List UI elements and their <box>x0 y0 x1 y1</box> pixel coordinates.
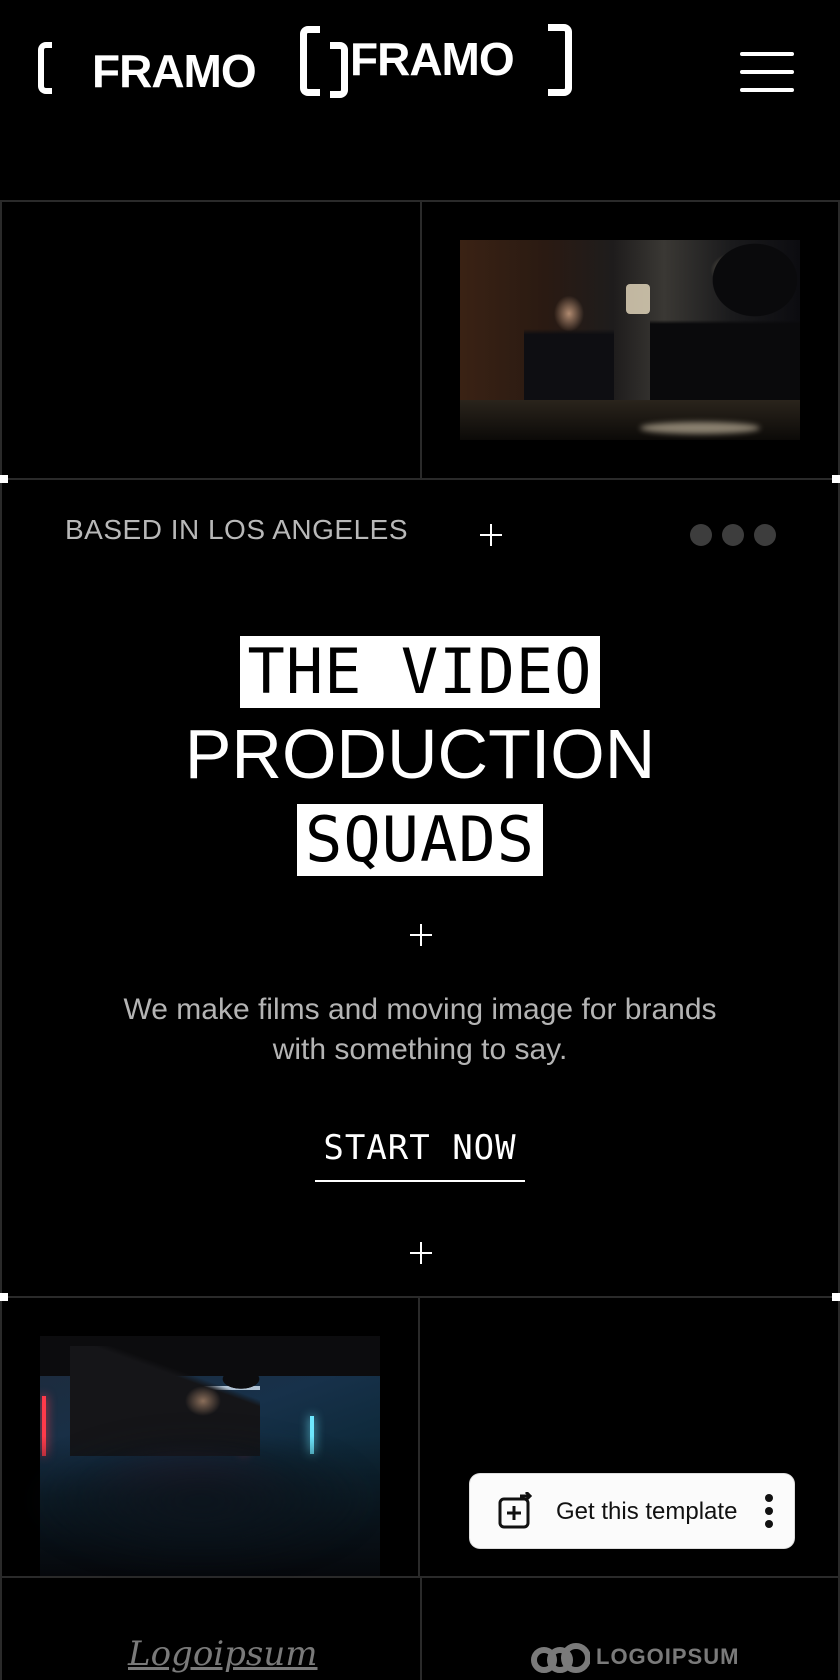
video-blur-overlay <box>0 1400 420 1580</box>
corner-marker <box>832 475 840 483</box>
plus-icon <box>480 524 502 546</box>
scene-table <box>460 400 800 440</box>
vertical-dots-icon[interactable] <box>764 1494 774 1528</box>
dot-icon <box>754 524 776 546</box>
grid-line <box>0 1296 840 1298</box>
add-template-icon <box>498 1492 532 1529</box>
headline-highlight: THE VIDEO <box>239 636 601 708</box>
bracket-left-icon <box>300 26 320 96</box>
grid-line <box>0 478 840 480</box>
kebab-dot <box>765 1507 773 1515</box>
client-logo-wordmark: LOGOIPSUM <box>596 1644 740 1669</box>
corner-marker <box>832 1293 840 1301</box>
site-header: FRAMO FRAMO <box>0 0 840 150</box>
logo-text-secondary: FRAMO <box>350 33 515 85</box>
scene-glare <box>640 422 760 434</box>
dots-indicator <box>690 524 778 546</box>
headline-line-1: THE VIDEO <box>0 636 840 708</box>
grid-line <box>420 1576 422 1680</box>
bracket-right-icon <box>330 42 348 98</box>
kebab-dot <box>765 1494 773 1502</box>
plus-icon <box>410 1242 432 1264</box>
dot-icon <box>722 524 744 546</box>
headline-text: PRODUCTION <box>184 715 656 793</box>
brand-logo-secondary[interactable]: FRAMO <box>264 22 624 102</box>
grid-line <box>420 200 422 478</box>
scene-lamp <box>626 284 650 314</box>
location-label: BASED IN LOS ANGELES <box>65 514 409 545</box>
headline-line-2: PRODUCTION <box>0 714 840 794</box>
scene-person <box>524 296 614 406</box>
bracket-left-icon <box>38 42 52 94</box>
client-logo-mark-icon <box>531 1643 590 1673</box>
hero-subtitle: We make films and moving image for brand… <box>123 993 717 1066</box>
headline-line-3: SQUADS <box>0 804 840 876</box>
corner-marker <box>0 1293 8 1301</box>
kebab-dot <box>765 1520 773 1528</box>
logo-group: FRAMO FRAMO <box>38 22 598 102</box>
video-thumbnail-restaurant[interactable] <box>460 240 800 440</box>
corner-marker <box>0 475 8 483</box>
brand-logo[interactable]: FRAMO <box>38 22 298 102</box>
hamburger-menu-icon[interactable] <box>740 50 794 94</box>
start-now-button[interactable]: START NOW <box>315 1128 525 1182</box>
logo-text: FRAMO <box>92 45 257 97</box>
menu-bar <box>740 88 794 92</box>
get-template-button[interactable]: Get this template <box>470 1474 794 1548</box>
bracket-right-icon <box>548 24 572 96</box>
get-template-label: Get this template <box>556 1498 738 1525</box>
client-logo-script: Logoipsum <box>128 1634 318 1674</box>
page: FRAMO FRAMO BASED IN LOS ANGELES THE VID… <box>0 0 840 1680</box>
menu-bar <box>740 52 794 56</box>
headline-highlight: SQUADS <box>297 804 543 876</box>
menu-bar <box>740 70 794 74</box>
dot-icon <box>690 524 712 546</box>
plus-icon <box>410 924 432 946</box>
